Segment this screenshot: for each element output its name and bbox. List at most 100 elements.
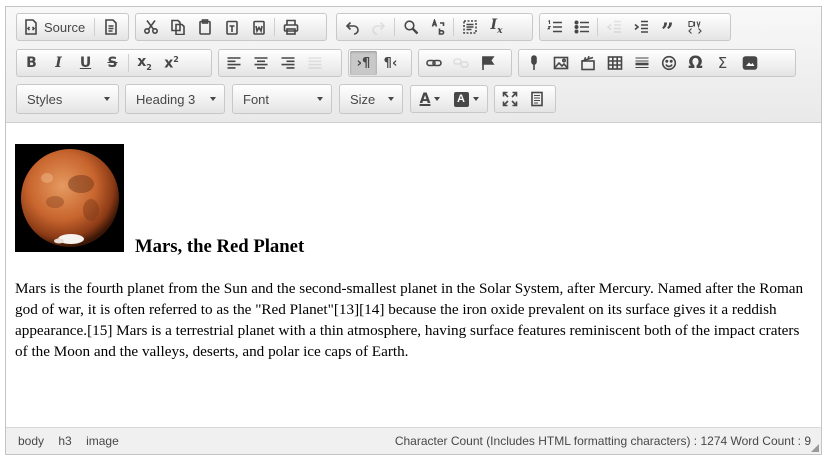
justify-button[interactable] xyxy=(301,51,328,75)
bold-button[interactable]: B xyxy=(18,51,45,75)
math-button[interactable]: Σ xyxy=(709,51,736,75)
paste-text-button[interactable] xyxy=(218,15,245,39)
chevron-down-icon xyxy=(317,97,323,101)
find-button[interactable] xyxy=(397,15,424,39)
document-group: Source xyxy=(16,13,129,41)
maximize-icon xyxy=(502,91,517,107)
paste-word-button[interactable] xyxy=(245,15,272,39)
subscript-button[interactable]: x2 xyxy=(131,51,158,75)
text-color-button[interactable]: A xyxy=(412,87,448,111)
paste-button[interactable] xyxy=(191,15,218,39)
horizontal-line-button[interactable] xyxy=(628,51,655,75)
create-div-button[interactable] xyxy=(681,15,708,39)
heading[interactable]: Mars, the Red Planet xyxy=(135,236,304,258)
iframe-button[interactable] xyxy=(736,51,763,75)
bulleted-list-icon xyxy=(573,20,589,34)
clipboard-icon xyxy=(198,19,211,35)
rtl-button[interactable]: ¶‹ xyxy=(377,51,404,75)
preview-button[interactable] xyxy=(97,15,124,39)
remove-format-button[interactable]: Ix xyxy=(483,15,510,39)
select-all-icon xyxy=(462,20,477,34)
image-button[interactable] xyxy=(547,51,574,75)
path-item-h3[interactable]: h3 xyxy=(58,434,71,448)
show-blocks-button[interactable] xyxy=(523,87,550,111)
smiley-icon xyxy=(661,55,676,71)
path-item-body[interactable]: body xyxy=(18,434,44,448)
status-bar: body h3 image Character Count (Includes … xyxy=(6,427,821,454)
styles-dropdown[interactable]: Styles xyxy=(16,84,119,114)
align-center-button[interactable] xyxy=(247,51,274,75)
font-label: Font xyxy=(243,91,270,107)
smiley-button[interactable] xyxy=(655,51,682,75)
indent-button[interactable] xyxy=(627,15,654,39)
print-button[interactable] xyxy=(277,15,304,39)
chevron-down-icon xyxy=(434,97,441,101)
styles-label: Styles xyxy=(27,91,63,107)
strikethrough-button[interactable]: S xyxy=(99,51,126,75)
microphone-icon xyxy=(530,55,537,70)
select-all-button[interactable] xyxy=(456,15,483,39)
text-color-icon: A xyxy=(419,91,431,107)
paragraph-group: ” xyxy=(539,13,731,43)
align-left-button[interactable] xyxy=(220,51,247,75)
numbered-list-icon xyxy=(546,19,562,33)
outdent-button[interactable] xyxy=(600,15,627,39)
editor-content-area[interactable]: Mars, the Red Planet Mars is the fourth … xyxy=(6,124,821,425)
colors-group: A A xyxy=(410,85,488,113)
indent-icon xyxy=(633,20,648,33)
mars-image[interactable] xyxy=(15,144,124,252)
mic-button[interactable] xyxy=(520,51,547,75)
table-button[interactable] xyxy=(601,51,628,75)
search-icon xyxy=(403,20,418,35)
align-right-icon xyxy=(281,57,294,69)
resize-handle[interactable] xyxy=(811,444,819,452)
redo-button[interactable] xyxy=(365,15,392,39)
text-direction-group: ›¶ ¶‹ xyxy=(348,49,412,77)
path-item-image[interactable]: image xyxy=(86,434,119,448)
video-button[interactable] xyxy=(574,51,601,75)
undo-button[interactable] xyxy=(338,15,365,39)
copy-button[interactable] xyxy=(164,15,191,39)
blockquote-button[interactable]: ” xyxy=(654,15,681,43)
special-char-button[interactable]: Ω xyxy=(682,51,709,75)
replace-button[interactable] xyxy=(424,15,451,39)
body-paragraph[interactable]: Mars is the fourth planet from the Sun a… xyxy=(15,278,815,362)
format-dropdown[interactable]: Heading 3 xyxy=(125,84,225,114)
strikethrough-icon: S xyxy=(107,55,118,71)
justify-icon xyxy=(308,57,321,69)
document-icon xyxy=(104,19,117,35)
alignment-group xyxy=(218,49,342,77)
numbered-list-button[interactable] xyxy=(541,15,568,39)
font-dropdown[interactable]: Font xyxy=(232,84,332,114)
clipboard-group xyxy=(135,13,327,41)
align-right-button[interactable] xyxy=(274,51,301,75)
unlink-button[interactable] xyxy=(447,51,474,75)
italic-button[interactable]: I xyxy=(45,51,72,75)
link-button[interactable] xyxy=(420,51,447,75)
background-color-button[interactable]: A xyxy=(448,87,484,111)
bulleted-list-button[interactable] xyxy=(568,15,595,39)
editor-toolbar: Source Ix ” B I U S x2 x2 ›¶ ¶‹ Ω Σ Styl… xyxy=(6,7,821,123)
cut-button[interactable] xyxy=(137,15,164,39)
maximize-button[interactable] xyxy=(496,87,523,111)
source-label: Source xyxy=(44,19,86,35)
anchor-button[interactable] xyxy=(474,51,501,75)
sigma-icon: Σ xyxy=(717,53,728,72)
chevron-down-icon xyxy=(388,97,394,101)
element-path: body h3 image xyxy=(18,434,130,448)
source-icon xyxy=(25,19,37,35)
size-dropdown[interactable]: Size xyxy=(339,84,403,114)
basic-styles-group: B I U S x2 x2 xyxy=(16,49,212,77)
table-icon xyxy=(607,56,622,70)
ltr-button[interactable]: ›¶ xyxy=(350,51,377,75)
superscript-button[interactable]: x2 xyxy=(158,51,185,75)
underline-button[interactable]: U xyxy=(72,51,99,75)
image-icon xyxy=(553,56,568,70)
outdent-icon xyxy=(606,20,621,33)
remove-format-icon: Ix xyxy=(490,17,503,36)
source-button[interactable]: Source xyxy=(18,15,92,39)
replace-icon xyxy=(431,19,444,35)
paste-text-icon xyxy=(225,20,238,35)
div-icon xyxy=(687,20,702,34)
align-center-icon xyxy=(254,57,267,69)
